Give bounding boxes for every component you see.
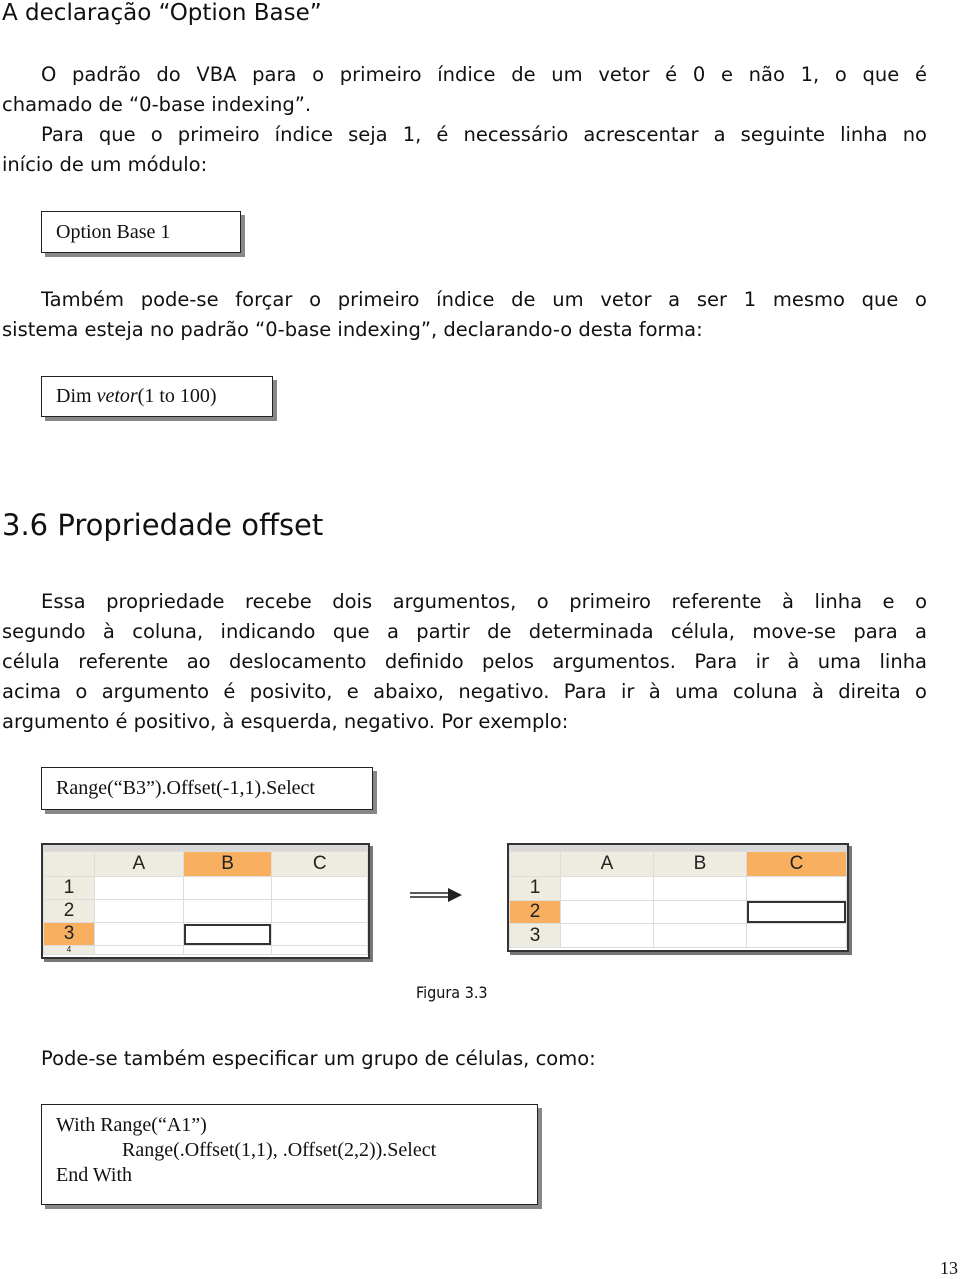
text-line: sistema esteja no padrão “0-base indexin… — [2, 318, 703, 341]
cell — [560, 923, 654, 948]
active-cell — [745, 899, 848, 925]
row-header: 4 — [43, 945, 95, 955]
cell — [271, 922, 368, 946]
cell — [745, 876, 848, 901]
cell — [745, 923, 848, 948]
column-header: C — [745, 851, 848, 877]
code-text: vetor — [96, 385, 138, 407]
cell — [94, 945, 184, 955]
cell — [271, 876, 368, 900]
code-line: With Range(“A1”) — [56, 1114, 207, 1136]
cell — [94, 876, 184, 900]
page-number: 13 — [940, 1258, 958, 1278]
text-line: Pode-se também especificar um grupo de c… — [41, 1047, 596, 1070]
column-header: B — [652, 851, 747, 877]
code-line: End With — [56, 1164, 133, 1186]
paragraph: Também pode-se forçar o primeiro índice … — [2, 285, 927, 345]
text-line: célula referente ao deslocamento definid… — [2, 650, 927, 673]
code-box: Dim vetor(1 to 100) — [41, 376, 273, 417]
cell — [271, 899, 368, 923]
code-box: Range(“B3”).Offset(-1,1).Select — [41, 767, 373, 810]
text-line: início de um módulo: — [2, 153, 208, 176]
column-header: B — [182, 851, 273, 877]
cell — [182, 899, 273, 923]
row-header: 2 — [43, 899, 95, 923]
spreadsheet-after: ABC 1 2 3 — [507, 843, 849, 952]
paragraph: Essa propriedade recebe dois argumentos,… — [2, 587, 927, 737]
paragraph: O padrão do VBA para o primeiro índice d… — [2, 60, 927, 180]
cell — [652, 899, 747, 925]
paragraph: Pode-se também especificar um grupo de c… — [2, 1044, 927, 1074]
text-line: O padrão do VBA para o primeiro índice d… — [41, 63, 927, 86]
column-header: C — [271, 851, 368, 877]
row-header: 2 — [509, 899, 561, 925]
spreadsheet-before: ABC 1 2 3 4 — [41, 843, 370, 959]
arrow-right-icon — [410, 888, 462, 902]
code-text: (1 to 100) — [137, 385, 217, 407]
cell — [652, 923, 747, 948]
cell — [43, 851, 95, 877]
active-cell — [182, 922, 273, 946]
cell — [271, 945, 368, 955]
column-header: A — [94, 851, 184, 877]
text-line: segundo à coluna, indicando que a partir… — [2, 620, 927, 643]
text-line: chamado de “0-base indexing”. — [2, 93, 312, 116]
row-header: 1 — [509, 876, 561, 901]
row-header: 1 — [43, 876, 95, 900]
code-text: Dim — [56, 385, 97, 407]
text-line: Para que o primeiro índice seja 1, é nec… — [41, 123, 927, 146]
cell — [182, 945, 273, 955]
document-page: A declaração “Option Base” O padrão do V… — [0, 0, 960, 1279]
cell — [94, 899, 184, 923]
code-box: Option Base 1 — [41, 211, 241, 253]
text-line: Essa propriedade recebe dois argumentos,… — [41, 590, 927, 613]
row-header: 3 — [43, 922, 95, 946]
section-heading: A declaração “Option Base” — [2, 0, 322, 26]
figure-caption: Figura 3.3 — [416, 983, 488, 1002]
cell — [560, 876, 654, 901]
cell — [509, 851, 561, 877]
row-header: 3 — [509, 923, 561, 948]
column-header: A — [560, 851, 654, 877]
text-line: argumento é positivo, à esquerda, negati… — [2, 710, 569, 733]
cell — [182, 876, 273, 900]
code-line: Range(.Offset(1,1), .Offset(2,2)).Select — [122, 1139, 437, 1161]
code-box: With Range(“A1”) Range(.Offset(1,1), .Of… — [41, 1104, 538, 1205]
text-line: Também pode-se forçar o primeiro índice … — [41, 288, 927, 311]
cell — [652, 876, 747, 901]
text-line: acima o argumento é posivito, e abaixo, … — [2, 680, 927, 703]
section-heading: 3.6 Propriedade offset — [2, 508, 324, 542]
cell — [560, 899, 654, 925]
cell — [94, 922, 184, 946]
